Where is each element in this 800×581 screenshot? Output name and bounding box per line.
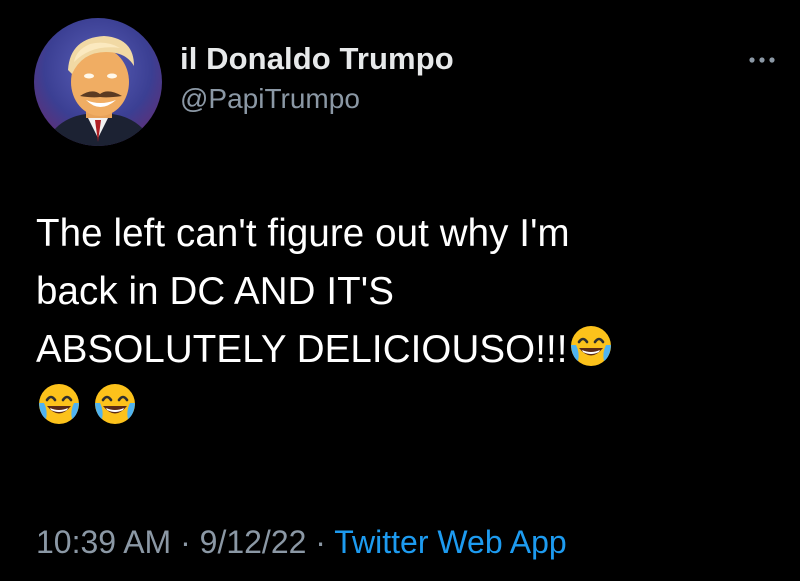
tweet-text: The left can't figure out why I'm back i… bbox=[36, 205, 776, 437]
more-options-icon[interactable] bbox=[745, 52, 779, 68]
tweet-card: il Donaldo Trumpo @PapiTrumpo The left c… bbox=[0, 0, 800, 581]
author-block: il Donaldo Trumpo @PapiTrumpo bbox=[180, 40, 454, 118]
tweet-emoji-line bbox=[36, 379, 776, 437]
tweet-text-segment: ABSOLUTELY DELICIOUSO!!! bbox=[36, 328, 568, 371]
tweet-metadata: 10:39 AM · 9/12/22 · Twitter Web App bbox=[36, 522, 567, 562]
face-with-tears-of-joy-icon bbox=[568, 323, 614, 369]
separator: · bbox=[180, 524, 191, 560]
face-with-tears-of-joy-icon bbox=[92, 381, 138, 427]
tweet-text-line: ABSOLUTELY DELICIOUSO!!! bbox=[36, 321, 776, 379]
author-handle[interactable]: @PapiTrumpo bbox=[180, 80, 454, 118]
tweet-date[interactable]: 9/12/22 bbox=[200, 524, 307, 560]
author-display-name[interactable]: il Donaldo Trumpo bbox=[180, 40, 454, 78]
face-with-tears-of-joy-icon bbox=[36, 381, 82, 427]
avatar-image bbox=[34, 18, 162, 146]
tweet-time[interactable]: 10:39 AM bbox=[36, 524, 171, 560]
tweet-text-line: The left can't figure out why I'm bbox=[36, 212, 570, 255]
separator: · bbox=[315, 524, 326, 560]
avatar[interactable] bbox=[34, 18, 162, 146]
tweet-text-line: back in DC AND IT'S bbox=[36, 270, 394, 313]
tweet-source-link[interactable]: Twitter Web App bbox=[334, 524, 566, 560]
